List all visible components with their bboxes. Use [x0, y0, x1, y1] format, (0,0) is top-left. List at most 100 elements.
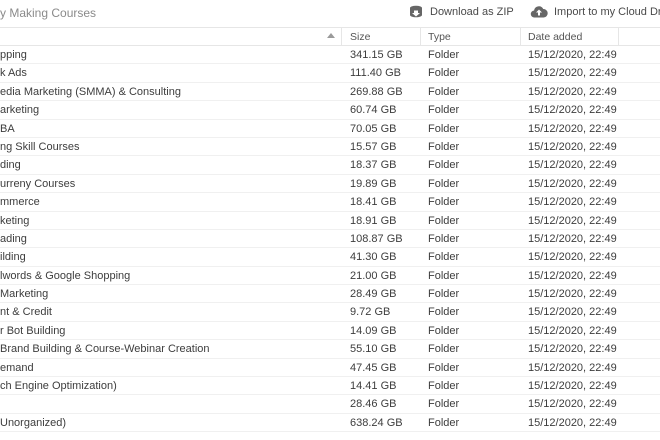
file-size: 28.46 GB: [350, 398, 397, 411]
file-size: 341.15 GB: [350, 49, 403, 61]
file-size: 269.88 GB: [350, 85, 403, 98]
table-row[interactable]: edia Marketing (SMMA) & Consulting 269.88…: [0, 83, 660, 102]
file-size: 18.37 GB: [350, 159, 397, 172]
table-header: Size Type Date added: [0, 27, 660, 46]
file-name: BA: [0, 122, 15, 135]
date-added: 15/12/2020, 22:49: [528, 306, 617, 319]
file-size: 14.09 GB: [350, 324, 397, 337]
table-row[interactable]: Marketing 28.49 GB Folder 15/12/2020, 22:49: [0, 285, 660, 304]
file-name: pping: [0, 49, 27, 61]
table-row[interactable]: Brand Building & Course-Webinar Creation…: [0, 340, 660, 359]
file-type: Folder: [428, 196, 460, 209]
file-type: Folder: [428, 361, 460, 374]
table-row[interactable]: arketing 60.74 GB Folder 15/12/2020, 22:49: [0, 101, 660, 120]
date-added: 15/12/2020, 22:49: [528, 269, 617, 282]
file-name: nt & Credit: [0, 306, 52, 319]
file-name: ilding: [0, 251, 26, 264]
date-added: 15/12/2020, 22:49: [528, 159, 617, 172]
column-date-header[interactable]: Date added: [528, 28, 618, 46]
file-type: Folder: [428, 140, 460, 153]
file-size: 638.24 GB: [350, 416, 403, 429]
file-type: Folder: [428, 214, 460, 227]
file-type: Folder: [428, 416, 460, 429]
table-row[interactable]: mmerce 18.41 GB Folder 15/12/2020, 22:49: [0, 193, 660, 212]
file-type: Folder: [428, 269, 460, 282]
table-row[interactable]: keting 18.91 GB Folder 15/12/2020, 22:49: [0, 212, 660, 230]
file-name: ch Engine Optimization): [0, 380, 117, 393]
download-icon: [408, 5, 424, 19]
column-divider[interactable]: [420, 28, 421, 45]
table-row[interactable]: 28.46 GB Folder 15/12/2020, 22:49: [0, 395, 660, 414]
sort-ascending-icon[interactable]: [327, 33, 335, 38]
file-type: Folder: [428, 49, 460, 61]
file-size: 15.57 GB: [350, 140, 397, 153]
table-row[interactable]: pping 341.15 GB Folder 15/12/2020, 22:49: [0, 46, 660, 65]
file-type: Folder: [428, 85, 460, 98]
file-type: Folder: [428, 288, 460, 301]
date-added: 15/12/2020, 22:49: [528, 49, 617, 61]
file-type: Folder: [428, 177, 460, 190]
column-divider[interactable]: [618, 28, 619, 45]
file-name: urreny Courses: [0, 177, 76, 190]
file-type: Folder: [428, 251, 460, 264]
file-size: 41.30 GB: [350, 251, 397, 264]
date-added: 15/12/2020, 22:49: [528, 177, 617, 190]
import-cloud-drive-label: Import to my Cloud Drive: [554, 6, 660, 18]
table-row[interactable]: nt & Credit 9.72 GB Folder 15/12/2020, 22:4…: [0, 303, 660, 322]
date-added: 15/12/2020, 22:49: [528, 343, 617, 356]
file-size: 108.87 GB: [350, 232, 403, 245]
date-added: 15/12/2020, 22:49: [528, 104, 617, 117]
table-row[interactable]: ch Engine Optimization) 14.41 GB Folder 15/…: [0, 377, 660, 396]
file-name: lwords & Google Shopping: [0, 269, 131, 282]
date-added: 15/12/2020, 22:49: [528, 398, 617, 411]
file-name: emand: [0, 361, 34, 374]
file-table: Size Type Date added pping 341.15 GB Folde…: [0, 27, 660, 433]
file-name: ading: [0, 232, 27, 245]
date-added: 15/12/2020, 22:49: [528, 214, 617, 227]
table-row[interactable]: urreny Courses 19.89 GB Folder 15/12/2020, …: [0, 175, 660, 194]
date-added: 15/12/2020, 22:49: [528, 232, 617, 245]
file-name: k Ads: [0, 67, 27, 80]
file-type: Folder: [428, 324, 460, 337]
file-size: 55.10 GB: [350, 343, 397, 356]
table-row[interactable]: k Ads 111.40 GB Folder 15/12/2020, 22:49: [0, 64, 660, 83]
table-body: pping 341.15 GB Folder 15/12/2020, 22:49 k …: [0, 46, 660, 433]
table-row[interactable]: ding 18.37 GB Folder 15/12/2020, 22:49: [0, 156, 660, 175]
column-type-header[interactable]: Type: [428, 28, 518, 46]
file-name: Brand Building & Course-Webinar Creation: [0, 343, 210, 356]
column-divider[interactable]: [520, 28, 521, 45]
file-type: Folder: [428, 104, 460, 117]
table-row[interactable]: lwords & Google Shopping 21.00 GB Folder 15…: [0, 267, 660, 286]
file-name: ding: [0, 159, 21, 172]
file-type: Folder: [428, 343, 460, 356]
table-row[interactable]: Unorganized) 638.24 GB Folder 15/12/2020, 2…: [0, 414, 660, 433]
file-size: 47.45 GB: [350, 361, 397, 374]
table-row[interactable]: emand 47.45 GB Folder 15/12/2020, 22:49: [0, 359, 660, 378]
column-size-header[interactable]: Size: [350, 28, 420, 46]
table-row[interactable]: BA 70.05 GB Folder 15/12/2020, 22:49: [0, 120, 660, 138]
download-zip-label: Download as ZIP: [430, 6, 514, 18]
import-cloud-drive-button[interactable]: Import to my Cloud Drive: [530, 5, 660, 19]
date-added: 15/12/2020, 22:49: [528, 361, 617, 374]
column-divider[interactable]: [341, 28, 342, 45]
date-added: 15/12/2020, 22:49: [528, 140, 617, 153]
breadcrumb[interactable]: y Making Courses: [0, 6, 96, 20]
table-row[interactable]: ilding 41.30 GB Folder 15/12/2020, 22:49: [0, 248, 660, 267]
file-name: ng Skill Courses: [0, 140, 80, 153]
file-name: r Bot Building: [0, 324, 66, 337]
file-size: 70.05 GB: [350, 122, 397, 135]
date-added: 15/12/2020, 22:49: [528, 196, 617, 209]
file-size: 21.00 GB: [350, 269, 397, 282]
table-row[interactable]: r Bot Building 14.09 GB Folder 15/12/2020, …: [0, 322, 660, 341]
file-type: Folder: [428, 67, 460, 80]
file-name: Marketing: [0, 288, 49, 301]
file-type: Folder: [428, 398, 460, 411]
file-type: Folder: [428, 159, 460, 172]
download-zip-button[interactable]: Download as ZIP: [408, 5, 514, 19]
file-size: 18.41 GB: [350, 196, 397, 209]
file-size: 14.41 GB: [350, 380, 397, 393]
file-name: arketing: [0, 104, 40, 117]
date-added: 15/12/2020, 22:49: [528, 288, 617, 301]
table-row[interactable]: ng Skill Courses 15.57 GB Folder 15/12/2020…: [0, 138, 660, 157]
table-row[interactable]: ading 108.87 GB Folder 15/12/2020, 22:49: [0, 230, 660, 249]
